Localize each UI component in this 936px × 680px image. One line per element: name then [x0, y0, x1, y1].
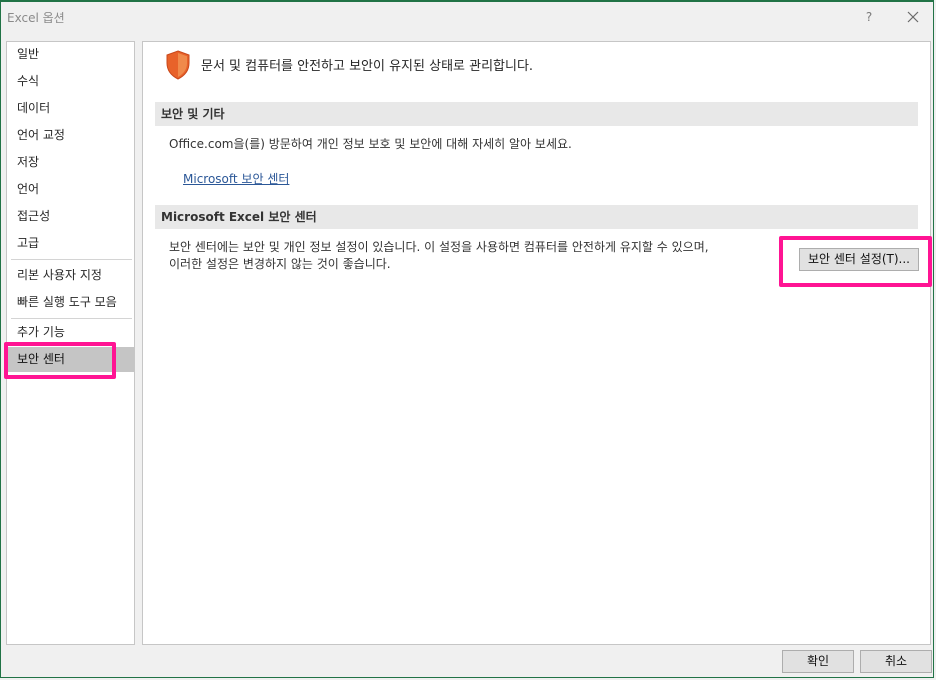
section-header-excel-trust-center: Microsoft Excel 보안 센터: [155, 205, 918, 229]
sidebar-item-add-ins[interactable]: 추가 기능: [7, 320, 134, 345]
page-title: 문서 및 컴퓨터를 안전하고 보안이 유지된 상태로 관리합니다.: [201, 59, 534, 74]
sidebar-item-customize-ribbon[interactable]: 리본 사용자 지정: [7, 263, 134, 288]
sidebar-item-general[interactable]: 일반: [7, 42, 134, 67]
security-info-text: Office.com을(를) 방문하여 개인 정보 보호 및 보안에 대해 자세…: [169, 137, 572, 151]
close-button[interactable]: [901, 7, 925, 27]
sidebar-item-data[interactable]: 데이터: [7, 96, 134, 121]
sidebar-divider: [11, 318, 132, 319]
ok-button[interactable]: 확인: [782, 650, 854, 673]
title-bar: Excel 옵션 ?: [1, 2, 933, 34]
sidebar-item-language[interactable]: 언어: [7, 177, 134, 202]
sidebar-item-quick-access-toolbar[interactable]: 빠른 실행 도구 모음: [7, 290, 134, 315]
sidebar-item-advanced[interactable]: 고급: [7, 231, 134, 256]
sidebar-divider: [11, 259, 132, 260]
trust-center-settings-button[interactable]: 보안 센터 설정(T)...: [799, 248, 919, 271]
help-button[interactable]: ?: [861, 7, 877, 27]
section-header-security-and-more: 보안 및 기타: [155, 102, 918, 126]
shield-icon: [166, 50, 190, 80]
sidebar-item-formulas[interactable]: 수식: [7, 69, 134, 94]
window-title: Excel 옵션: [7, 11, 65, 25]
sidebar-item-trust-center[interactable]: 보안 센터: [7, 347, 134, 372]
cancel-button[interactable]: 취소: [860, 650, 932, 673]
close-icon: [907, 11, 919, 23]
sidebar-item-accessibility[interactable]: 접근성: [7, 204, 134, 229]
options-content-panel: 문서 및 컴퓨터를 안전하고 보안이 유지된 상태로 관리합니다. 보안 및 기…: [142, 41, 931, 645]
options-sidebar: 일반 수식 데이터 언어 교정 저장 언어 접근성 고급 리본 사용자 지정 빠…: [6, 41, 135, 645]
microsoft-trust-center-link[interactable]: Microsoft 보안 센터: [183, 170, 289, 187]
sidebar-item-save[interactable]: 저장: [7, 150, 134, 175]
excel-options-dialog: Excel 옵션 ? 일반 수식 데이터 언어 교정 저장 언어 접근성 고급 …: [0, 0, 934, 678]
trust-center-desc-line1: 보안 센터에는 보안 및 개인 정보 설정이 있습니다. 이 설정을 사용하면 …: [169, 240, 709, 254]
sidebar-item-proofing[interactable]: 언어 교정: [7, 123, 134, 148]
trust-center-desc-line2: 이러한 설정은 변경하지 않는 것이 좋습니다.: [169, 257, 391, 271]
